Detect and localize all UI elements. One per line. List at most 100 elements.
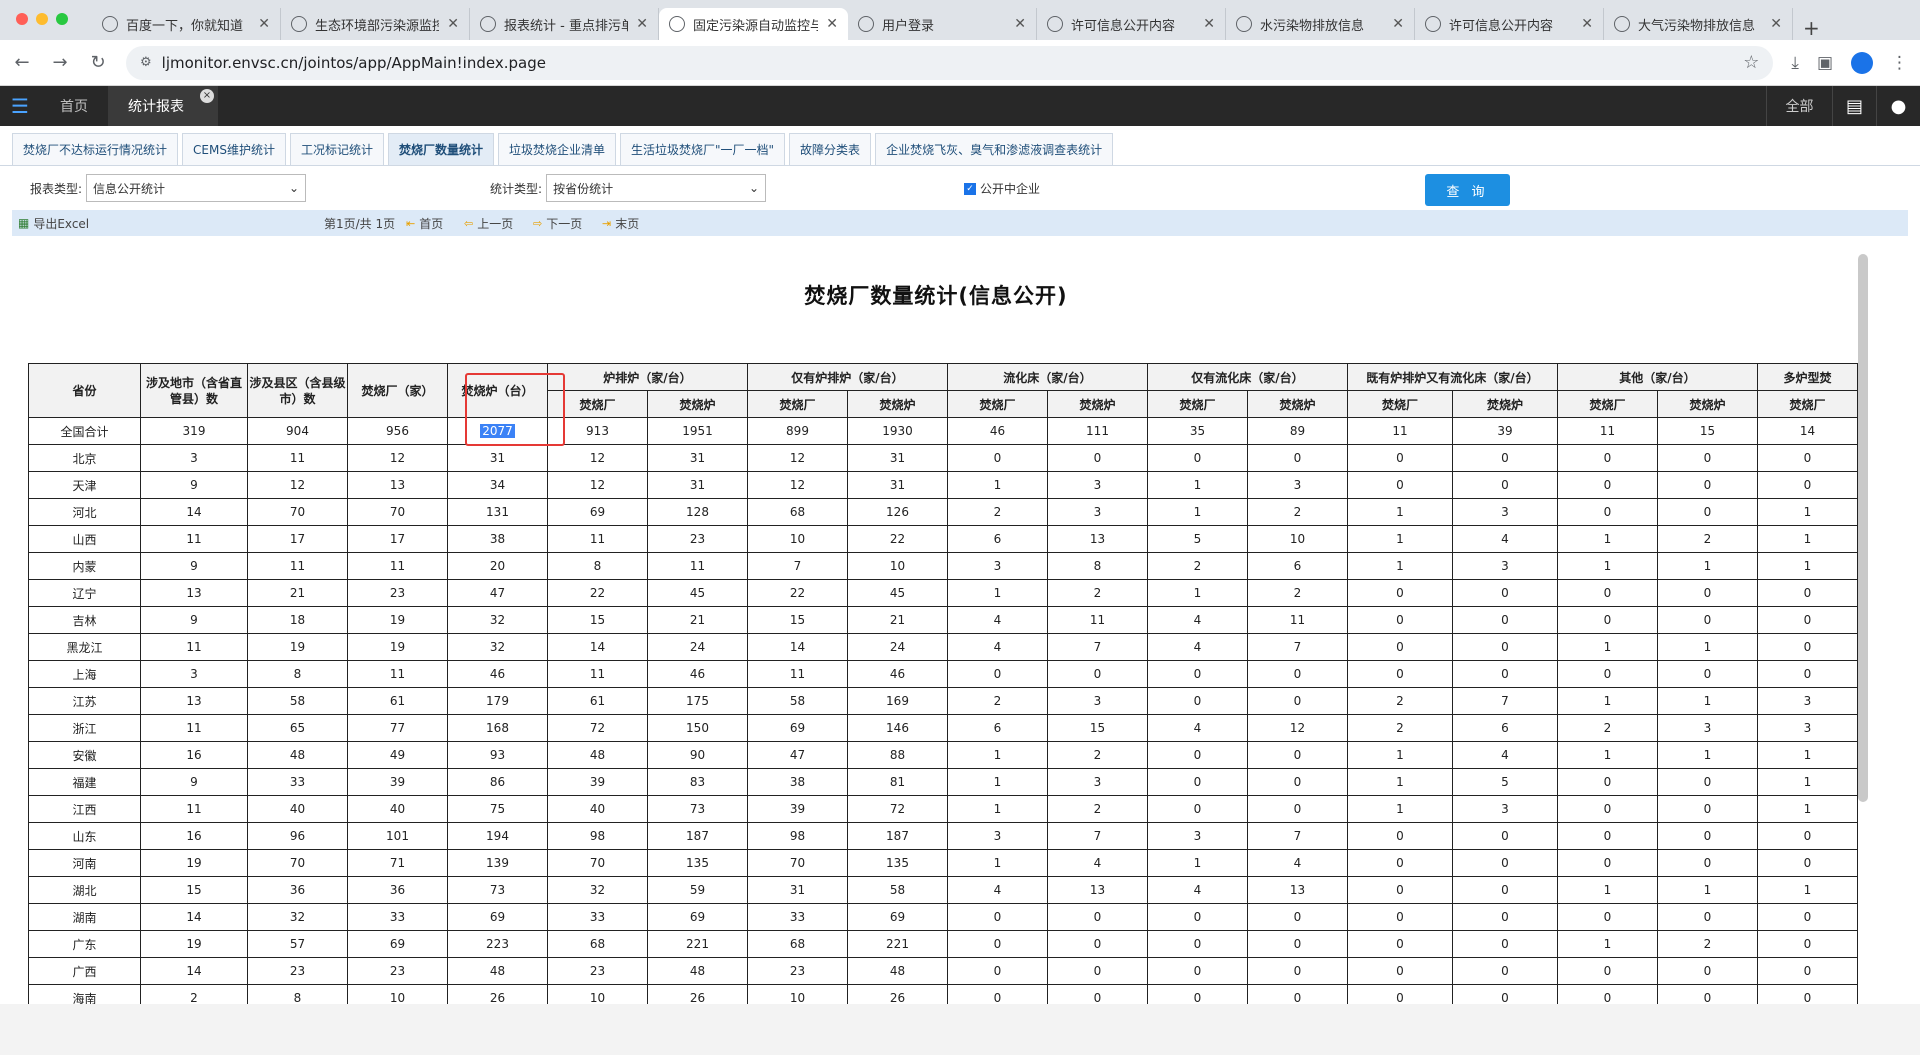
value-cell[interactable]: 0 [1347, 849, 1453, 877]
value-cell[interactable]: 11 [347, 660, 448, 688]
value-cell[interactable]: 46 [447, 660, 548, 688]
value-cell[interactable]: 221 [647, 930, 748, 958]
value-cell[interactable]: 1 [1557, 930, 1658, 958]
value-cell[interactable]: 0 [1452, 660, 1558, 688]
value-cell[interactable]: 32 [247, 903, 348, 931]
value-cell[interactable]: 11 [1347, 417, 1453, 445]
value-cell[interactable]: 0 [1757, 957, 1858, 985]
value-cell[interactable]: 1 [1657, 633, 1758, 661]
value-cell[interactable]: 1930 [847, 417, 948, 445]
value-cell[interactable]: 0 [1247, 687, 1348, 715]
close-tab-icon[interactable]: × [200, 89, 214, 103]
site-info-icon[interactable]: ⚙ [140, 55, 152, 70]
value-cell[interactable]: 0 [1147, 741, 1248, 769]
value-cell[interactable]: 19 [347, 606, 448, 634]
value-cell[interactable]: 15 [1047, 714, 1148, 742]
province-cell[interactable]: 天津 [28, 471, 141, 499]
close-tab-icon[interactable]: ✕ [258, 16, 270, 32]
value-cell[interactable]: 2 [1147, 552, 1248, 580]
value-cell[interactable]: 0 [1047, 903, 1148, 931]
value-cell[interactable]: 12 [347, 444, 448, 472]
value-cell[interactable]: 32 [447, 606, 548, 634]
value-cell[interactable]: 0 [947, 444, 1048, 472]
value-cell[interactable]: 11 [347, 552, 448, 580]
value-cell[interactable]: 11 [547, 525, 648, 553]
value-cell[interactable]: 31 [847, 471, 948, 499]
value-cell[interactable]: 3 [1047, 471, 1148, 499]
browser-tab[interactable]: 固定污染源自动监控与 ✕ [659, 8, 848, 40]
value-cell[interactable]: 0 [1757, 471, 1858, 499]
value-cell[interactable]: 1 [947, 471, 1048, 499]
value-cell[interactable]: 3 [1247, 471, 1348, 499]
value-cell[interactable]: 169 [847, 687, 948, 715]
value-cell[interactable]: 70 [547, 849, 648, 877]
value-cell[interactable]: 58 [847, 876, 948, 904]
value-cell[interactable]: 0 [1657, 444, 1758, 472]
value-cell[interactable]: 6 [1247, 552, 1348, 580]
value-cell[interactable]: 72 [547, 714, 648, 742]
value-cell[interactable]: 319 [140, 417, 248, 445]
value-cell[interactable]: 12 [747, 444, 848, 472]
value-cell[interactable]: 2 [1047, 579, 1148, 607]
value-cell[interactable]: 3 [1657, 714, 1758, 742]
value-cell[interactable]: 0 [1347, 957, 1453, 985]
value-cell[interactable]: 0 [1757, 849, 1858, 877]
value-cell[interactable]: 0 [1147, 957, 1248, 985]
value-cell[interactable]: 61 [547, 687, 648, 715]
province-cell[interactable]: 山东 [28, 822, 141, 850]
province-cell[interactable]: 安徽 [28, 741, 141, 769]
value-cell[interactable]: 19 [347, 633, 448, 661]
close-tab-icon[interactable]: ✕ [636, 16, 648, 32]
close-tab-icon[interactable]: ✕ [826, 16, 838, 32]
value-cell[interactable]: 1 [1147, 849, 1248, 877]
value-cell[interactable]: 69 [847, 903, 948, 931]
province-cell[interactable]: 河北 [28, 498, 141, 526]
user-icon[interactable]: ● [1876, 86, 1920, 126]
value-cell[interactable]: 23 [647, 525, 748, 553]
value-cell[interactable]: 1 [1147, 579, 1248, 607]
value-cell[interactable]: 39 [747, 795, 848, 823]
value-cell[interactable]: 0 [1452, 903, 1558, 931]
value-cell[interactable]: 3 [947, 552, 1048, 580]
prev-page-button[interactable]: ⇦ 上一页 [464, 215, 513, 232]
value-cell[interactable]: 0 [1452, 930, 1558, 958]
minimize-window-button[interactable] [36, 13, 48, 25]
value-cell[interactable]: 40 [547, 795, 648, 823]
value-cell[interactable]: 150 [647, 714, 748, 742]
value-cell[interactable]: 48 [547, 741, 648, 769]
value-cell[interactable]: 1 [1657, 687, 1758, 715]
value-cell[interactable]: 7 [1452, 687, 1558, 715]
value-cell[interactable]: 0 [1147, 444, 1248, 472]
stat-type-select[interactable]: 按省份统计 ⌄ [546, 174, 767, 202]
province-cell[interactable]: 全国合计 [28, 417, 141, 445]
value-cell[interactable]: 3 [1047, 687, 1148, 715]
value-cell[interactable]: 13 [347, 471, 448, 499]
value-cell[interactable]: 3 [1047, 768, 1148, 796]
value-cell[interactable]: 57 [247, 930, 348, 958]
subtab-5[interactable]: 生活垃圾焚烧厂"一厂一档" [620, 133, 786, 165]
value-cell[interactable]: 20 [447, 552, 548, 580]
value-cell[interactable]: 59 [647, 876, 748, 904]
value-cell[interactable]: 49 [347, 741, 448, 769]
value-cell[interactable]: 11 [547, 660, 648, 688]
value-cell[interactable]: 73 [647, 795, 748, 823]
value-cell[interactable]: 22 [847, 525, 948, 553]
value-cell[interactable]: 2 [1347, 687, 1453, 715]
value-cell[interactable]: 38 [747, 768, 848, 796]
vertical-scrollbar[interactable] [1858, 254, 1868, 802]
value-cell[interactable]: 0 [1557, 444, 1658, 472]
value-cell[interactable]: 221 [847, 930, 948, 958]
value-cell[interactable]: 1 [947, 741, 1048, 769]
value-cell[interactable]: 8 [547, 552, 648, 580]
value-cell[interactable]: 0 [1347, 471, 1453, 499]
value-cell[interactable]: 88 [847, 741, 948, 769]
value-cell[interactable]: 13 [1247, 876, 1348, 904]
value-cell[interactable]: 45 [647, 579, 748, 607]
value-cell[interactable]: 39 [347, 768, 448, 796]
value-cell[interactable]: 36 [347, 876, 448, 904]
value-cell[interactable]: 22 [547, 579, 648, 607]
value-cell[interactable]: 69 [547, 498, 648, 526]
value-cell[interactable]: 31 [647, 444, 748, 472]
value-cell[interactable]: 12 [247, 471, 348, 499]
value-cell[interactable]: 81 [847, 768, 948, 796]
